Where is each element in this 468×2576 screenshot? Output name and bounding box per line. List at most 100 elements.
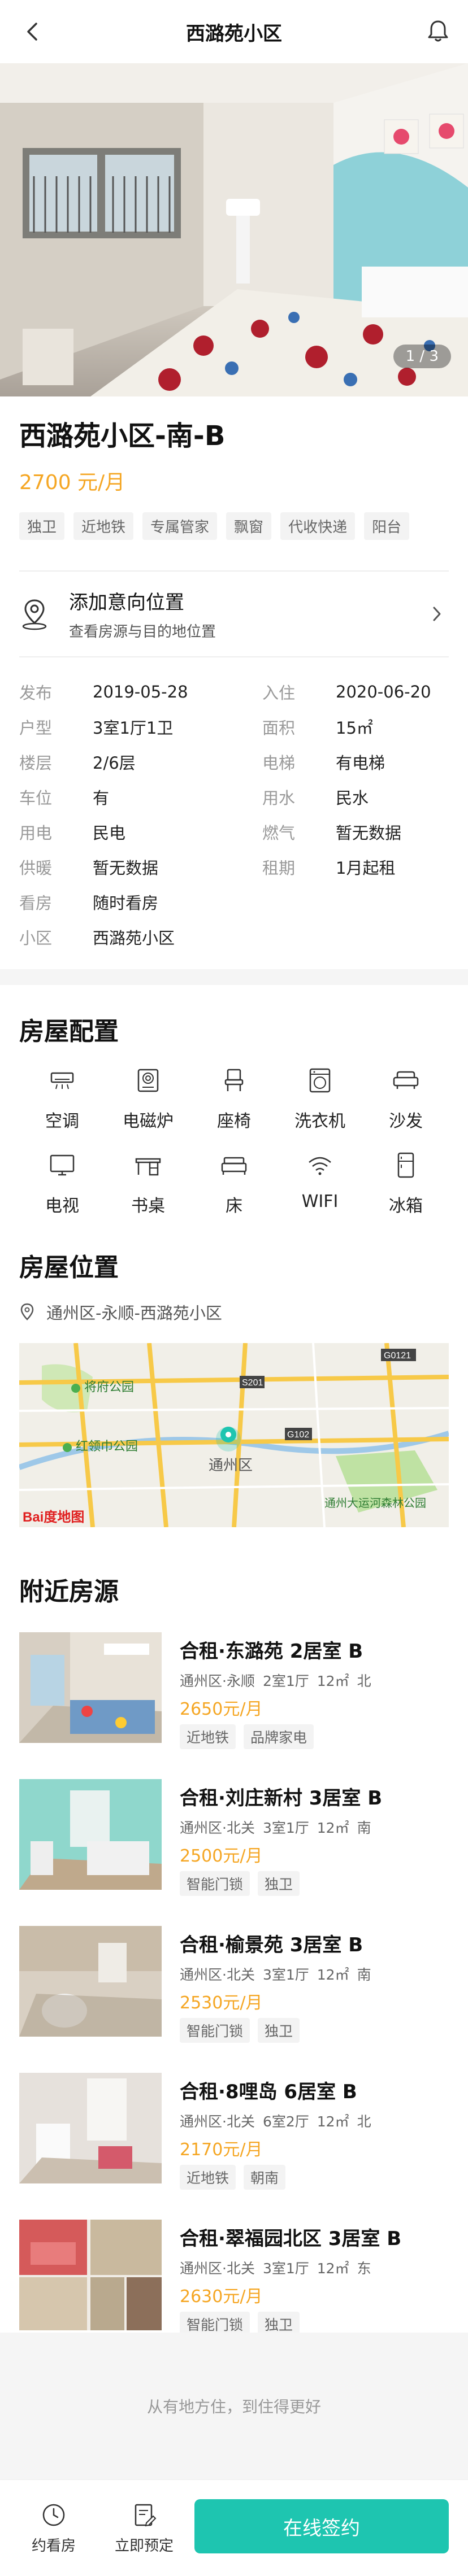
bell-icon[interactable] (425, 18, 451, 44)
listing-tags: 独卫 近地铁 专属管家 飘窗 代收快递 阳台 (19, 512, 449, 540)
nearby-tag: 独卫 (258, 1871, 300, 1896)
attribute-key: 用电 (19, 823, 53, 843)
listing-tag: 近地铁 (73, 512, 134, 540)
amenity-label: 空调 (45, 1111, 79, 1131)
nearby-size: 12㎡ (317, 1672, 349, 1689)
attribute-row: 车位 有 用水 民水 (19, 779, 449, 814)
nearby-listing[interactable]: 合租·东潞苑 2居室 B 通州区·永顺 2室1厅 12㎡ 北 2650元/月 近… (19, 1632, 449, 1749)
hero-photo[interactable]: 1 / 3 (0, 63, 468, 396)
nearby-direction: 南 (357, 1819, 371, 1836)
address-text: 通州区-永顺-西潞苑小区 (46, 1303, 222, 1323)
map-road-label: G0121 (384, 1351, 411, 1361)
nearby-tag: 朝南 (244, 2164, 286, 2190)
attribute-row: 小区 西潞苑小区 (19, 919, 449, 954)
nearby-photo (19, 1925, 162, 2037)
nearby-section: 附近房源 合租·东潞苑 2居室 B 通州区·永顺 2室1厅 12㎡ 北 2650… (0, 1527, 468, 2337)
attribute-key: 面积 (262, 718, 296, 738)
reserve-label: 立即预定 (114, 2537, 174, 2555)
nearby-area: 通州区·北关 (180, 1966, 255, 1983)
attribute-key: 入住 (262, 683, 296, 703)
nearby-layout: 2室1厅 (262, 1672, 309, 1689)
nearby-direction: 北 (357, 1672, 371, 1689)
attribute-key: 发布 (19, 683, 53, 703)
location-section: 房屋位置 通州区-永顺-西潞苑小区 将府公园 红领巾公园 通州区 通州大运河森林… (0, 1217, 468, 1527)
bottom-action-bar: 约看房 立即预定 在线签约 (0, 2479, 468, 2576)
map-label-park: 红领巾公园 (76, 1439, 138, 1453)
nearby-title: 合租·翠福园北区 3居室 B (180, 2227, 402, 2250)
map-canvas: 将府公园 红领巾公园 通州区 通州大运河森林公园 S201 G102 G0121… (19, 1343, 449, 1527)
nearby-area: 通州区·永顺 (180, 1672, 255, 1689)
map-label-park: 将府公园 (84, 1380, 134, 1394)
nearby-area: 通州区·北关 (180, 2260, 255, 2277)
address-line: 通州区-永顺-西潞苑小区 (19, 1300, 449, 1324)
nearby-tag: 智能门锁 (180, 2017, 250, 2043)
back-arrow-icon[interactable] (20, 19, 45, 44)
attribute-key: 小区 (19, 928, 53, 948)
attribute-row: 发布 2019-05-28 入住 2020-06-20 (19, 674, 449, 709)
listing-tag: 飘窗 (226, 512, 272, 540)
nearby-listing[interactable]: 合租·榆景苑 3居室 B 通州区·北关 3室1厅 12㎡ 南 2530元/月 智… (19, 1925, 449, 2043)
amenity-label: WIFI (301, 1191, 339, 1211)
nearby-size: 12㎡ (317, 2260, 349, 2277)
nearby-tag: 品牌家电 (244, 1724, 314, 1749)
attribute-value: 1月起租 (336, 858, 396, 878)
nearby-area: 通州区·北关 (180, 1819, 255, 1836)
listing-tag: 代收快递 (280, 512, 356, 540)
nearby-tag: 近地铁 (180, 2164, 236, 2190)
nearby-tag: 智能门锁 (180, 1871, 250, 1896)
attribute-value: 3室1厅1卫 (93, 718, 174, 738)
attribute-value: 随时看房 (93, 893, 159, 913)
add-intent-location-row[interactable]: 添加意向位置 查看房源与目的地位置 (19, 572, 449, 656)
amenity-label: 沙发 (389, 1111, 423, 1131)
amenity-label: 书桌 (131, 1196, 165, 1216)
nearby-listing[interactable]: 合租·刘庄新村 3居室 B 通州区·北关 3室1厅 12㎡ 南 2500元/月 … (19, 1779, 449, 1896)
amenity-item: 洗衣机 (277, 1066, 363, 1132)
nearby-title: 合租·8哩岛 6居室 B (180, 2080, 357, 2103)
book-viewing-button[interactable]: 约看房 (17, 2501, 90, 2555)
nearby-size: 12㎡ (317, 1819, 349, 1836)
location-map[interactable]: 将府公园 红领巾公园 通州区 通州大运河森林公园 S201 G102 G0121… (19, 1343, 449, 1527)
nearby-size: 12㎡ (317, 2113, 349, 2130)
nearby-price: 2650元/月 (180, 1699, 263, 1719)
attribute-value: 2019-05-28 (93, 682, 188, 701)
photo-counter: 1 / 3 (393, 345, 451, 368)
location-pin-icon (20, 1303, 34, 1320)
reserve-button[interactable]: 立即预定 (107, 2501, 181, 2555)
amenity-item: 座椅 (191, 1066, 277, 1132)
map-road-label: S201 (242, 1378, 263, 1388)
amenity-item: 书桌 (105, 1151, 191, 1217)
nearby-meta: 通州区·北关 3室1厅 12㎡ 东 (180, 2257, 401, 2278)
online-sign-button[interactable]: 在线签约 (194, 2499, 449, 2553)
amenity-item: 电视 (19, 1151, 105, 1217)
air-conditioner-icon (50, 1072, 74, 1089)
location-pin-icon (22, 599, 47, 630)
section-title: 房屋位置 (19, 1253, 119, 1282)
amenity-label: 洗衣机 (294, 1111, 345, 1131)
amenity-item: 沙发 (363, 1066, 449, 1132)
nearby-price: 2500元/月 (180, 1846, 263, 1866)
nearby-listing[interactable]: 合租·8哩岛 6居室 B 通州区·北关 6室2厅 12㎡ 北 2170元/月 近… (19, 2072, 449, 2190)
listing-title: 西潞苑小区-南-B (19, 420, 226, 452)
attribute-key: 燃气 (262, 823, 296, 843)
attribute-key: 看房 (19, 893, 53, 913)
map-label-forest: 通州大运河森林公园 (324, 1497, 426, 1510)
attribute-key: 车位 (19, 788, 53, 808)
attribute-key: 电梯 (262, 753, 296, 773)
nearby-photo (19, 2072, 162, 2183)
nearby-meta: 通州区·北关 3室1厅 12㎡ 南 (180, 1964, 371, 1984)
nearby-listing[interactable]: 合租·翠福园北区 3居室 B 通州区·北关 3室1厅 12㎡ 东 2630元/月… (19, 2219, 449, 2337)
attribute-value: 暂无数据 (336, 823, 402, 843)
nearby-price: 2630元/月 (180, 2286, 263, 2307)
attribute-row: 户型 3室1厅1卫 面积 15㎡ (19, 709, 449, 744)
attribute-value: 15㎡ (336, 718, 373, 738)
washing-machine-icon (309, 1068, 331, 1093)
attribute-value: 2/6层 (93, 753, 136, 773)
nearby-title: 合租·刘庄新村 3居室 B (180, 1786, 383, 1810)
amenity-label: 床 (226, 1196, 242, 1216)
footer-slogan-area: 从有地方住，到住得更好 (0, 2333, 468, 2479)
amenity-label: 座椅 (217, 1111, 251, 1131)
amenity-label: 电视 (45, 1196, 79, 1216)
nearby-meta: 通州区·北关 6室2厅 12㎡ 北 (180, 2111, 371, 2131)
section-title: 附近房源 (19, 1577, 119, 1606)
book-viewing-label: 约看房 (31, 2537, 76, 2555)
